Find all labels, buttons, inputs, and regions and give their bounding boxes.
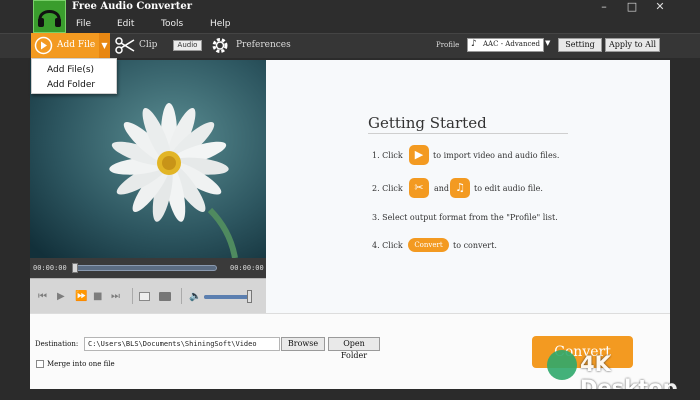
status-bar <box>0 389 700 400</box>
play-icon[interactable]: ▶ <box>57 291 65 302</box>
window-title: Free Audio Converter <box>72 1 192 12</box>
folder-icon[interactable] <box>159 292 171 301</box>
audio-badge: Audio <box>173 40 202 51</box>
profile-value: AAC - Advanced <box>483 40 540 48</box>
step3-text: 3. Select output format from the "Profil… <box>372 213 558 222</box>
step1-prefix: 1. Click <box>372 151 403 160</box>
step2-suffix: to edit audio file. <box>474 184 543 193</box>
snapshot-icon[interactable] <box>139 292 150 301</box>
profile-select[interactable]: ♪ AAC - Advanced <box>467 38 544 52</box>
destination-input[interactable]: C:\Users\BLS\Documents\ShiningSoft\Video <box>84 337 280 351</box>
menu-help[interactable]: Help <box>210 19 231 29</box>
stop-icon[interactable]: ■ <box>93 291 102 302</box>
profile-dropdown-arrow-icon[interactable]: ▼ <box>545 39 550 47</box>
seek-thumb[interactable] <box>72 263 78 273</box>
merge-checkbox[interactable] <box>36 360 44 368</box>
menu-item-add-files[interactable]: Add File(s) <box>47 65 94 75</box>
scissors-step-icon: ✂ <box>409 178 429 198</box>
next-icon[interactable]: ⏭ <box>111 291 120 302</box>
step4-convert-badge: Convert <box>408 238 449 252</box>
control-divider-2 <box>181 288 182 304</box>
close-button[interactable]: ✕ <box>646 0 674 14</box>
add-file-dropdown-arrow[interactable]: ▼ <box>99 33 110 58</box>
volume-slider[interactable] <box>204 295 252 299</box>
menu-file[interactable]: File <box>76 19 91 29</box>
volume-icon[interactable]: 🔈 <box>189 291 201 302</box>
control-divider <box>132 288 133 304</box>
profile-label: Profile <box>436 41 460 49</box>
scissors-icon[interactable] <box>115 36 135 55</box>
music-note-icon: ♪ <box>471 39 477 49</box>
merge-label: Merge into one file <box>47 360 115 368</box>
getting-started-title: Getting Started <box>368 114 487 132</box>
setting-button[interactable]: Setting <box>558 38 602 52</box>
menu-tools[interactable]: Tools <box>161 19 183 29</box>
volume-thumb[interactable] <box>246 290 252 303</box>
minimize-button[interactable]: – <box>590 0 618 14</box>
preferences-button[interactable]: Preferences <box>236 40 291 50</box>
title-underline <box>368 133 568 134</box>
step1-suffix: to import video and audio files. <box>433 151 560 160</box>
add-video-icon <box>34 36 53 55</box>
audio-edit-step-icon: ♫ <box>450 178 470 198</box>
previous-icon[interactable]: ⏮ <box>38 291 47 302</box>
destination-label: Destination: <box>35 340 79 348</box>
menu-item-add-folder[interactable]: Add Folder <box>47 80 95 90</box>
step4-suffix: to convert. <box>453 241 497 250</box>
watermark-logo-icon <box>547 350 577 380</box>
open-folder-button[interactable]: Open Folder <box>328 337 380 360</box>
step2-prefix: 2. Click <box>372 184 403 193</box>
add-video-step-icon: ▶ <box>409 145 429 165</box>
browse-button[interactable]: Browse <box>281 337 325 351</box>
maximize-button[interactable]: □ <box>618 0 646 14</box>
volume-fill <box>204 295 250 299</box>
clip-button[interactable]: Clip <box>139 40 157 50</box>
gear-icon[interactable] <box>209 35 231 56</box>
total-time: 00:00:00 <box>230 264 264 272</box>
app-logo-icon <box>33 0 66 33</box>
fast-forward-icon[interactable]: ⏩ <box>75 291 87 302</box>
step4-prefix: 4. Click <box>372 241 403 250</box>
apply-to-all-button[interactable]: Apply to All <box>605 38 660 52</box>
add-file-label: Add File <box>57 40 96 50</box>
seek-slider[interactable] <box>72 265 217 271</box>
menu-edit[interactable]: Edit <box>117 19 134 29</box>
step2-mid: and <box>434 184 450 193</box>
current-time: 00:00:00 <box>33 264 67 272</box>
